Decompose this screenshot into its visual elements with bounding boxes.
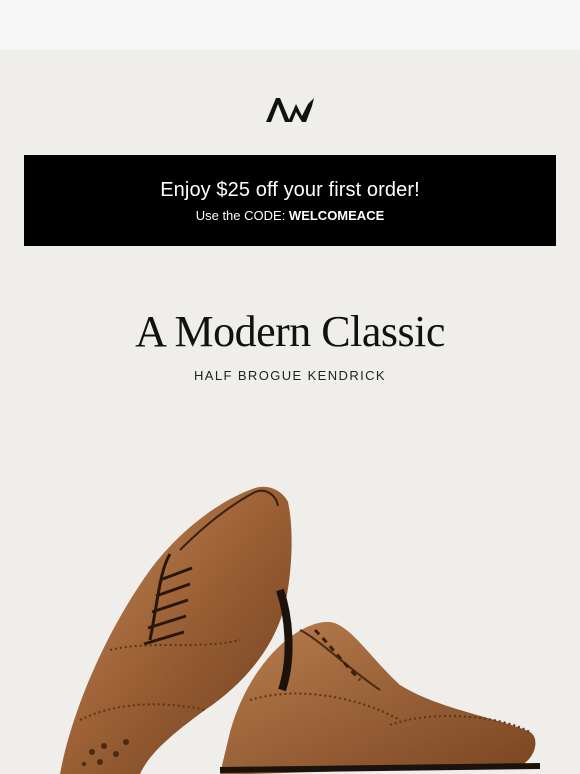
promo-code: WELCOMEACE [288, 208, 385, 223]
brogue-shoe-image[interactable] [0, 470, 580, 774]
hero-title: A Modern Classic [135, 307, 445, 356]
email-top-bar [0, 0, 580, 51]
promo-code-prefix: Use the CODE: [195, 208, 289, 223]
promo-code-line: Use the CODE: WELCOMEACE [24, 207, 556, 225]
promo-headline: Enjoy $25 off your first order! [160, 179, 420, 201]
hero-subtitle: HALF BROGUE KENDRICK [194, 368, 386, 383]
promo-banner[interactable]: Enjoy $25 off your first order! Use the … [24, 155, 556, 246]
brand-logo[interactable]: AM [262, 94, 318, 124]
